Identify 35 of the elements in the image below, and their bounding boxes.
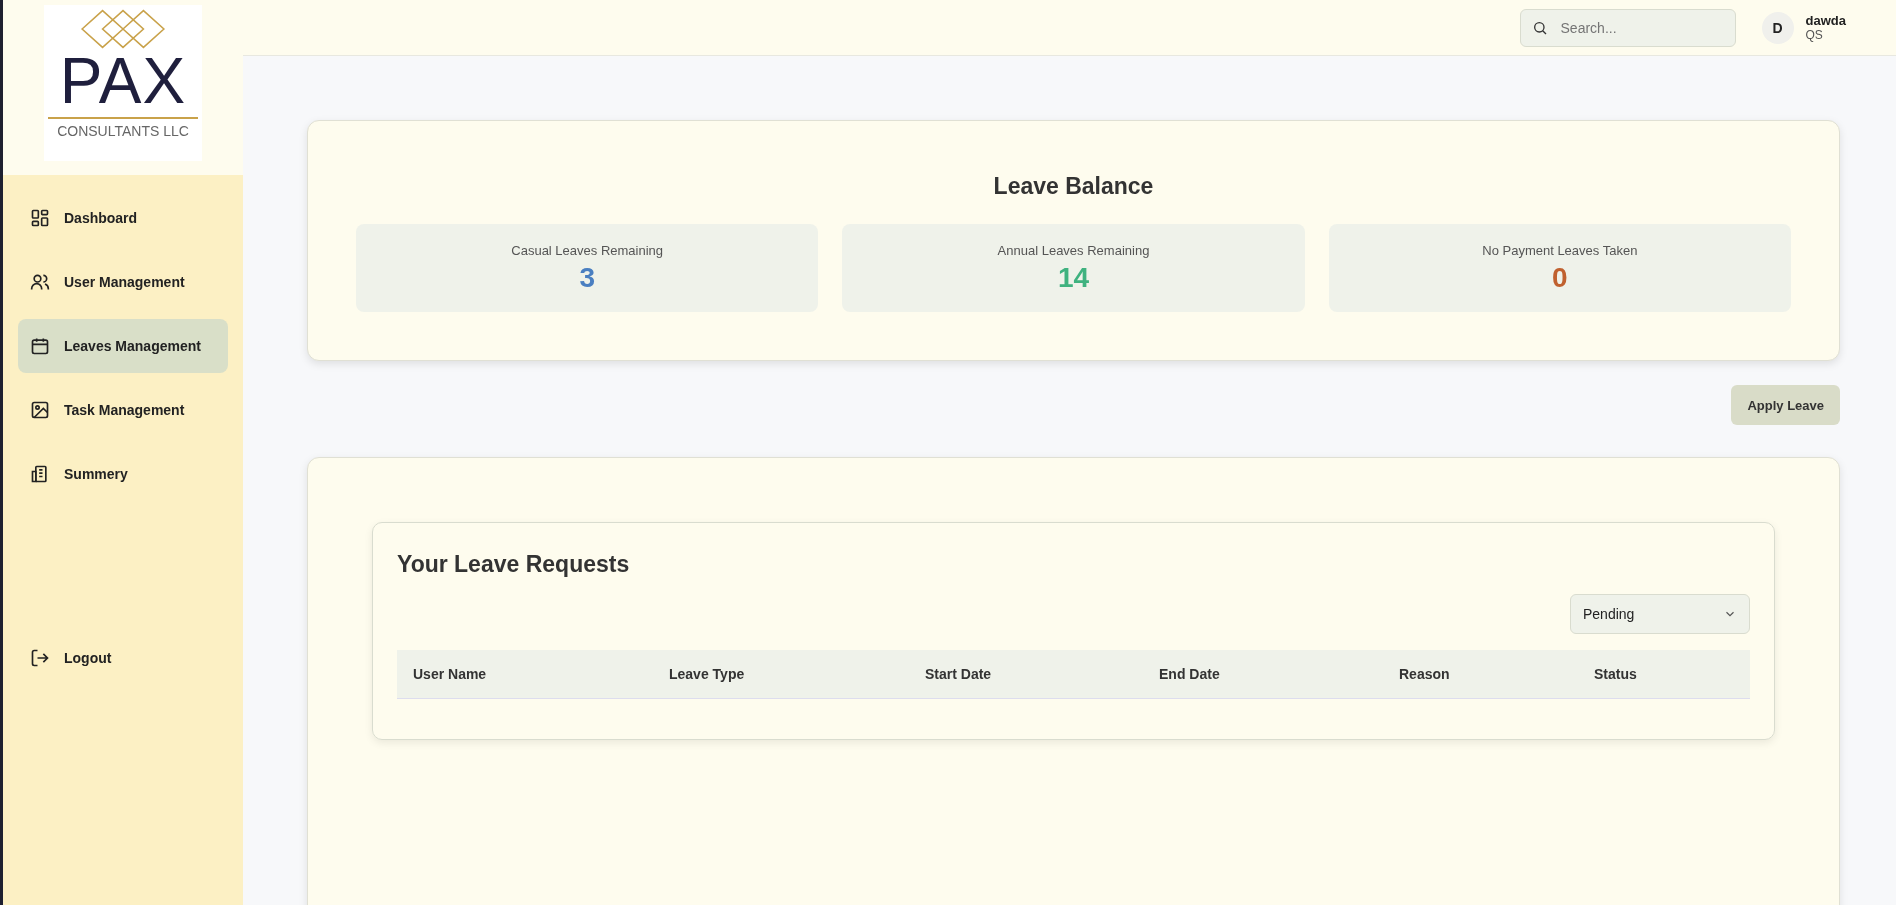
column-header: Start Date bbox=[925, 666, 993, 682]
search-icon bbox=[1531, 19, 1548, 36]
column-header: Status bbox=[1594, 666, 1638, 682]
sidebar-item[interactable]: User Management bbox=[18, 255, 228, 309]
stat-value: 3 bbox=[579, 261, 595, 294]
search-field[interactable]: Search... bbox=[1519, 8, 1736, 47]
stat-label: Casual Leaves Remaining bbox=[511, 242, 664, 258]
stat-label: No Payment Leaves Taken bbox=[1482, 242, 1638, 258]
grid-icon bbox=[30, 208, 50, 228]
apply-leave-button[interactable]: Apply Leave bbox=[1731, 385, 1840, 425]
column-header: Leave Type bbox=[669, 666, 746, 682]
stat-label: Annual Leaves Remaining bbox=[997, 242, 1150, 258]
sidebar-item[interactable]: Dashboard bbox=[18, 191, 228, 245]
user-role: QS bbox=[1805, 28, 1824, 42]
section-title: Leave Balance bbox=[992, 173, 1155, 200]
section-title: Your Leave Requests bbox=[397, 551, 631, 578]
stat-value: 0 bbox=[1552, 261, 1568, 294]
logout-button[interactable]: Logout bbox=[18, 631, 228, 685]
calendar-icon bbox=[30, 336, 50, 356]
sidebar-item[interactable]: Leaves Management bbox=[18, 319, 228, 373]
column-header: User Name bbox=[413, 666, 488, 682]
building-icon bbox=[30, 464, 50, 484]
user-avatar[interactable]: D bbox=[1761, 11, 1794, 44]
status-dropdown[interactable]: Pending bbox=[1570, 594, 1750, 634]
sidebar-item[interactable]: Task Management bbox=[18, 383, 228, 437]
stat-value: 14 bbox=[1057, 261, 1090, 294]
column-header: End Date bbox=[1159, 666, 1221, 682]
logo-wordmark: PAX bbox=[59, 51, 187, 111]
sidebar-item[interactable]: Summery bbox=[18, 447, 228, 501]
users-icon bbox=[30, 272, 50, 292]
user-name: dawda bbox=[1805, 13, 1846, 28]
logo-subtitle: CONSULTANTS LLC bbox=[57, 123, 189, 139]
column-header: Reason bbox=[1399, 666, 1451, 682]
logout-icon bbox=[30, 648, 50, 668]
image-icon bbox=[30, 400, 50, 420]
